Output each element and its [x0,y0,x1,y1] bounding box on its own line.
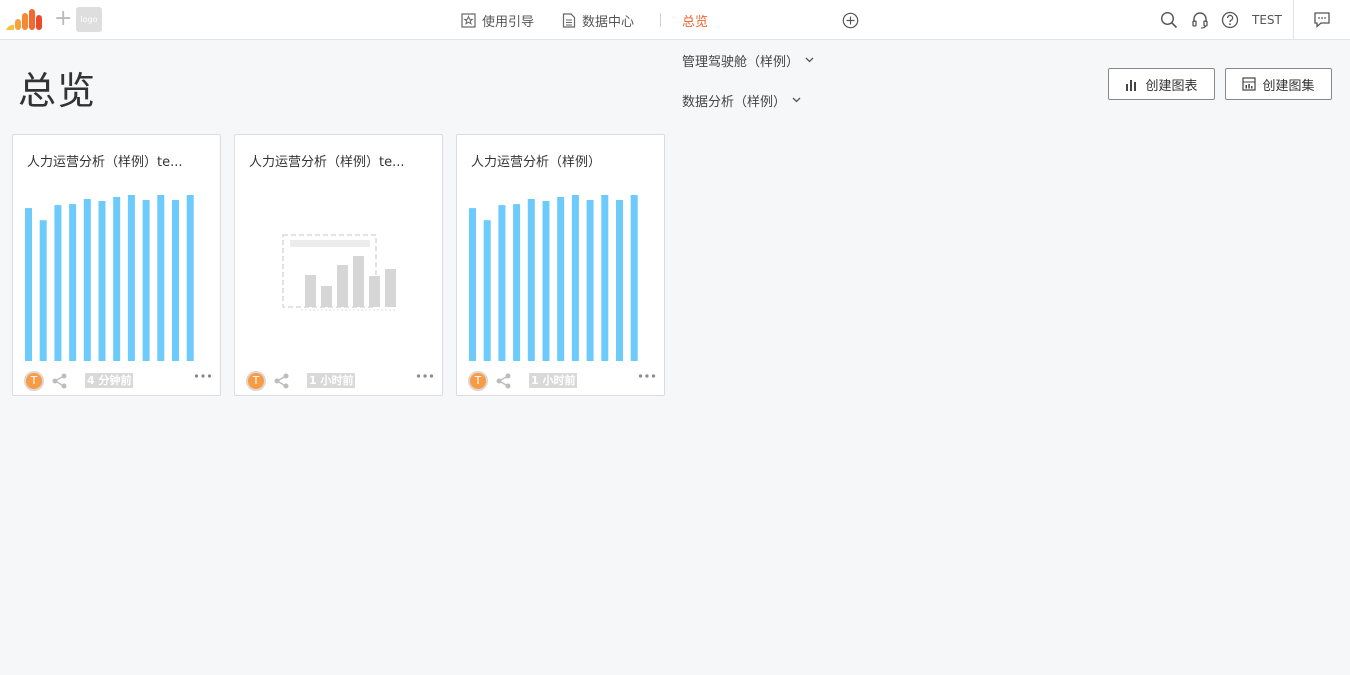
chart-bar [483,220,491,361]
nav-guide[interactable]: 使用引导 [461,0,534,40]
avatar[interactable]: T [24,371,44,391]
page-title: 总览 [18,69,97,113]
app-logo-icon[interactable] [6,9,48,30]
nav-data-center-label: 数据中心 [582,14,635,30]
create-chart-label: 创建图表 [1145,78,1198,94]
updated-time: 1 小时前 [529,373,578,388]
card-footer: T 4 分钟前 [24,371,212,391]
create-dashboard-button[interactable]: 创建图集 [1225,68,1332,100]
card-title: 人力运营分析（样例） [471,155,602,170]
document-icon [562,12,576,28]
dropdown-data-analysis[interactable]: 数据分析（样例） [682,90,801,110]
chart-bar [98,201,106,361]
chart-bar [142,200,150,361]
chart-card[interactable]: 人力运营分析（样例） T 1 小时前 [456,134,665,396]
placeholder-bar [337,265,348,307]
dashboard-icon [1242,77,1257,91]
nav-divider [660,13,661,27]
top-navigation-bar: + logo 使用引导 数据中心 总览 TEST [0,0,1350,40]
chart-bar [39,220,47,361]
placeholder-bar [369,276,380,307]
placeholder-bar [353,256,364,307]
chevron-down-icon [792,97,801,103]
create-chart-button[interactable]: 创建图表 [1108,68,1215,100]
chart-bar [527,199,535,361]
chart-bar [186,195,194,361]
updated-time: 1 小时前 [307,373,356,388]
chart-card[interactable]: 人力运营分析（样例）te... T 4 分钟前 [12,134,221,396]
placeholder-bar [385,269,396,307]
chart-placeholder-graphic [282,234,397,311]
chart-bar [54,205,62,361]
more-options-icon[interactable] [638,373,656,379]
chart-bar [113,197,121,361]
nav-guide-label: 使用引导 [482,14,535,30]
share-icon[interactable] [495,373,512,389]
chart-bar [127,195,135,361]
chart-bar [542,201,550,361]
chart-bar [83,199,91,361]
placeholder-bar [321,286,332,307]
updated-time: 4 分钟前 [85,373,134,388]
help-icon[interactable] [1221,11,1239,29]
card-title: 人力运营分析（样例）te... [27,155,183,170]
star-doc-icon [461,12,476,28]
share-icon[interactable] [273,373,290,389]
chart-bar [469,208,476,361]
chart-bar [601,195,609,361]
placeholder-title-bar [290,240,370,247]
card-footer: T 1 小时前 [468,371,656,391]
plus-icon: + [54,6,73,31]
dropdown-label: 管理驾驶舱（样例） [682,54,800,70]
more-options-icon[interactable] [194,373,212,379]
search-icon[interactable] [1160,11,1178,29]
chevron-down-icon [805,57,814,63]
headset-icon[interactable] [1191,11,1209,29]
chart-bar [571,195,579,361]
nav-data-center[interactable]: 数据中心 [562,0,634,40]
topbar-divider [1293,0,1294,40]
chat-bubble-icon[interactable] [1313,11,1331,29]
card-title: 人力运营分析（样例）te... [249,155,405,170]
placeholder-bar [305,275,316,307]
chart-bar [630,195,638,361]
card-bar-chart [469,195,638,361]
share-icon[interactable] [51,373,68,389]
dropdown-label: 数据分析（样例） [682,94,787,110]
chart-bar [498,205,506,361]
card-footer: T 1 小时前 [246,371,434,391]
add-circle-icon[interactable] [842,12,859,29]
chart-bar [69,204,77,361]
card-bar-chart [25,195,194,361]
chart-card[interactable]: 人力运营分析（样例）te... T 1 小时前 [234,134,443,396]
avatar[interactable]: T [468,371,488,391]
chart-bar [172,200,179,361]
more-options-icon[interactable] [416,373,434,379]
avatar[interactable]: T [246,371,266,391]
chart-bar [616,200,623,361]
bar-chart-icon [1126,79,1137,91]
chart-bar [513,204,521,361]
dropdown-management-cockpit[interactable]: 管理驾驶舱（样例） [682,50,814,70]
user-name[interactable]: TEST [1252,0,1282,40]
create-dashboard-label: 创建图集 [1262,78,1315,94]
custom-logo-placeholder[interactable]: logo [76,7,102,32]
chart-bar [557,197,565,361]
chart-bar [157,195,165,361]
chart-bar [25,208,32,361]
nav-overview[interactable]: 总览 [682,0,708,40]
nav-overview-label: 总览 [682,14,709,30]
chart-bar [586,200,594,361]
